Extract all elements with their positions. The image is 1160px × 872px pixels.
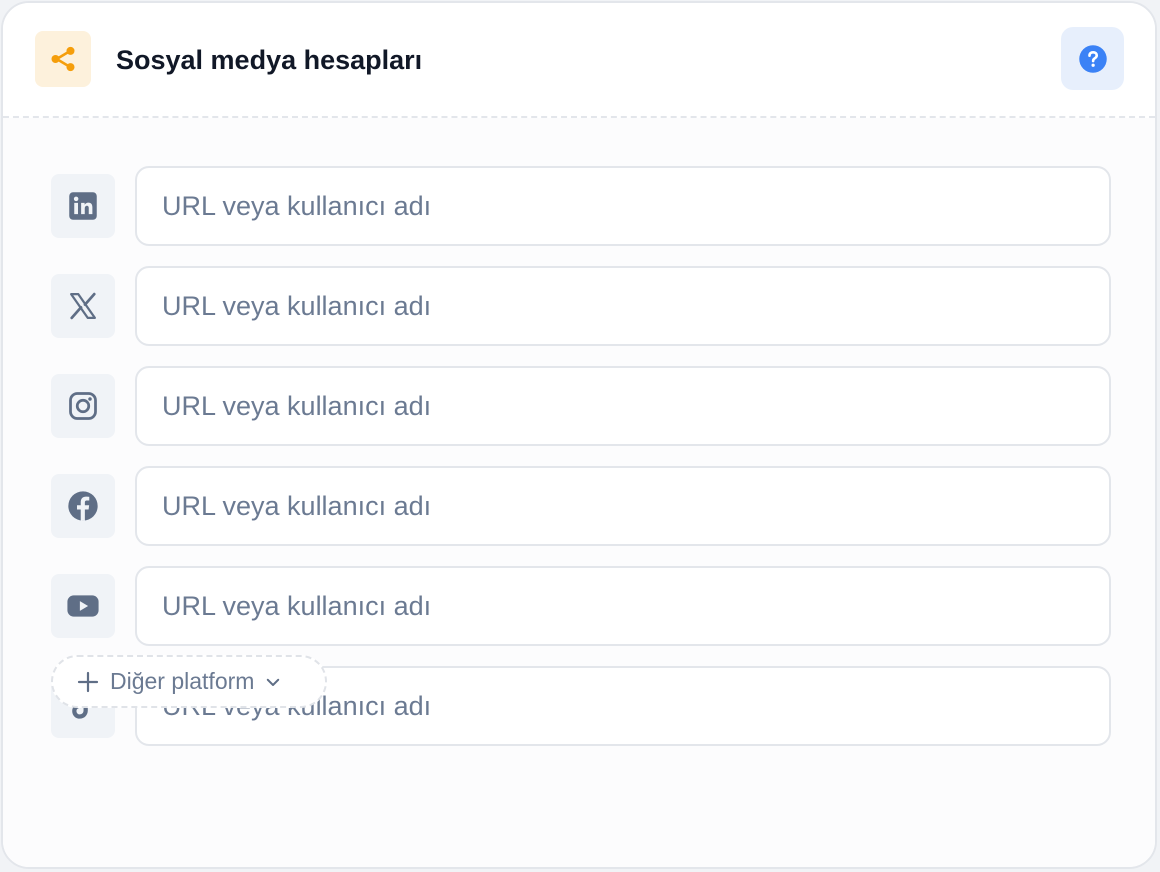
x-url-input[interactable]: [135, 266, 1111, 346]
platform-row-instagram: [51, 366, 1111, 446]
help-button[interactable]: [1061, 27, 1124, 90]
share-icon: [35, 31, 91, 87]
platform-row-youtube: [51, 566, 1111, 646]
social-media-card: Sosyal medya hesapları URL veya kullanıc…: [1, 1, 1157, 869]
linkedin-icon: [51, 174, 115, 238]
add-other-platform-label: Diğer platform: [110, 668, 255, 694]
plus-icon: [77, 671, 99, 692]
platform-row-linkedin: [51, 166, 1111, 246]
instagram-icon: [51, 374, 115, 438]
youtube-icon: [51, 574, 115, 638]
platform-row-x: [51, 266, 1111, 346]
add-other-platform-button[interactable]: Diğer platform: [51, 655, 327, 708]
platform-row-facebook: [51, 466, 1111, 546]
x-twitter-icon: [51, 274, 115, 338]
facebook-url-input[interactable]: [135, 466, 1111, 546]
card-header: Sosyal medya hesapları: [3, 3, 1155, 116]
facebook-icon: [51, 474, 115, 538]
help-circle-icon: [1078, 44, 1107, 73]
instagram-url-input[interactable]: [135, 366, 1111, 446]
card-title: Sosyal medya hesapları: [116, 45, 423, 75]
youtube-url-input[interactable]: [135, 566, 1111, 646]
card-body: [3, 118, 1155, 867]
chevron-down-icon: [267, 678, 280, 686]
linkedin-url-input[interactable]: [135, 166, 1111, 246]
